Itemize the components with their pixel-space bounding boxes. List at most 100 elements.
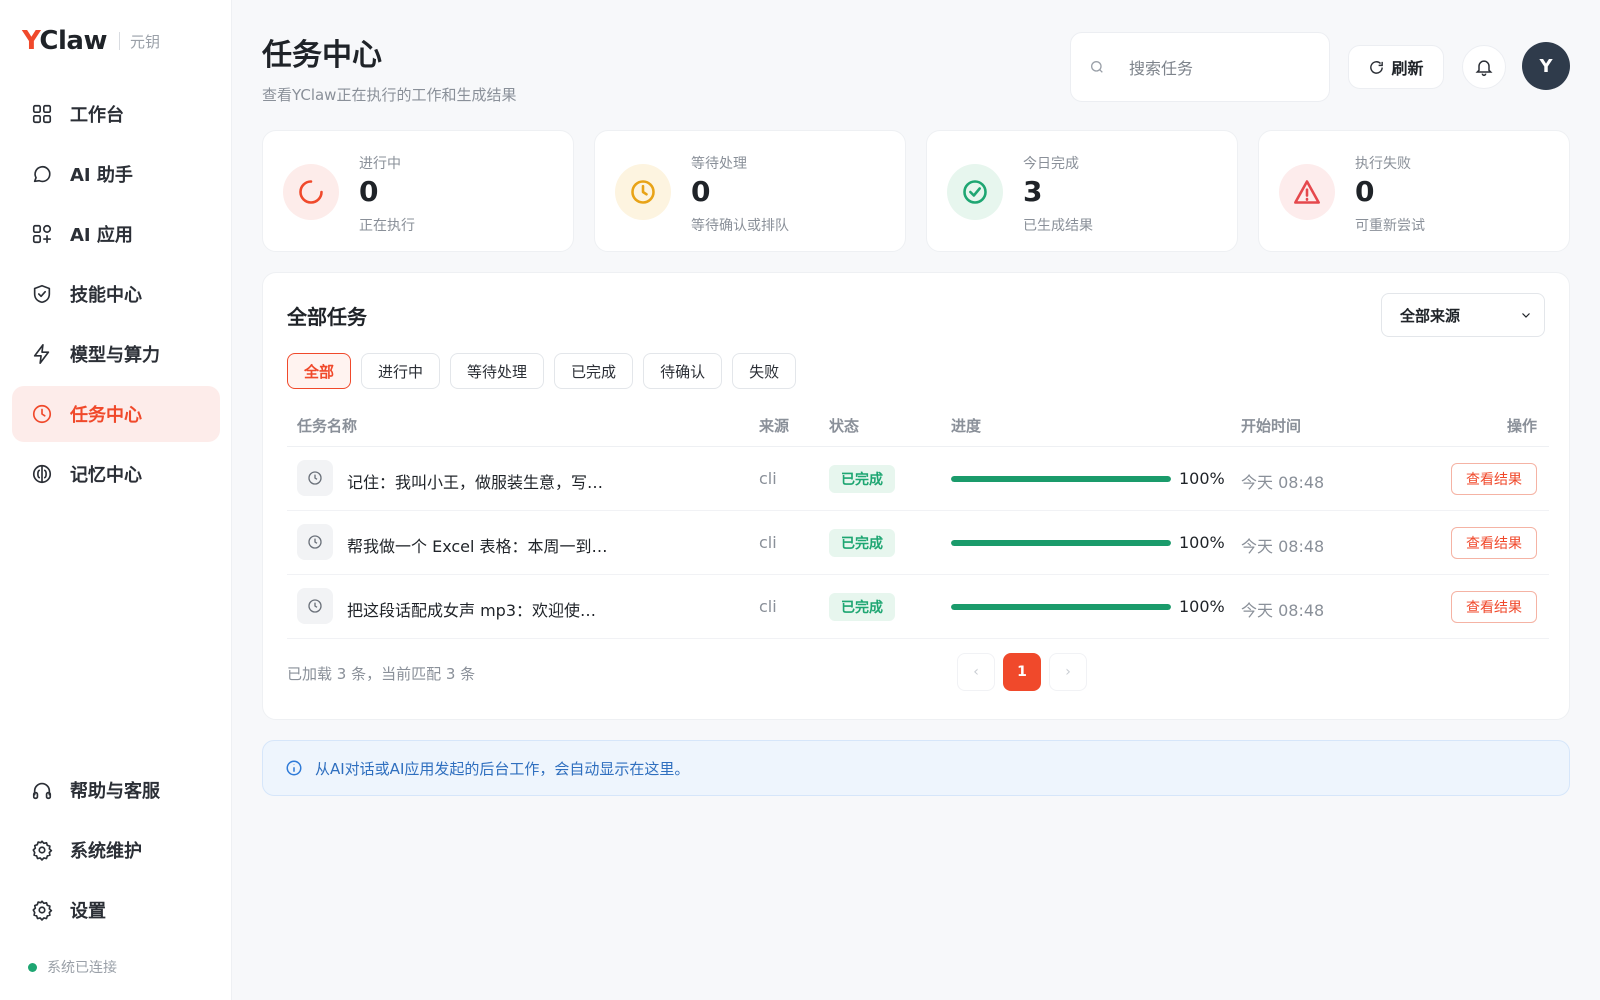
brand-logo: YClaw [22, 26, 107, 56]
sidebar-item-settings[interactable]: 设置 [12, 882, 220, 938]
sidebar: YClaw 元钥 工作台 AI 助手 AI 应用 技能中心 模型与算力 任务中心… [0, 0, 232, 1000]
filter-failed[interactable]: 失败 [732, 353, 797, 389]
sidebar-item-label: 模型与算力 [70, 345, 160, 366]
search-icon [1091, 60, 1103, 73]
clock-icon [30, 402, 54, 426]
sidebar-item-label: AI 应用 [70, 225, 133, 246]
brand-subtitle: 元钥 [129, 32, 160, 51]
connection-status-text: 系统已连接 [47, 960, 117, 976]
tasks-panel: 全部任务 全部来源 全部 进行中 等待处理 已完成 待确认 失败 任务名称 来源… [262, 272, 1570, 720]
clock-icon [297, 460, 333, 496]
task-source: cli [759, 533, 777, 552]
chat-bubble-icon [30, 162, 54, 186]
tasks-title: 全部任务 [287, 305, 367, 329]
task-name: 记住：我叫小王，做服装生意，写… [347, 473, 604, 492]
task-name: 帮我做一个 Excel 表格：本周一到… [347, 537, 608, 556]
task-source: cli [759, 469, 777, 488]
stat-label: 今日完成 [1023, 156, 1079, 172]
progress-bar [951, 540, 1171, 546]
sidebar-item-label: 帮助与客服 [70, 781, 160, 802]
search-placeholder: 搜索任务 [1129, 59, 1194, 78]
notification-button[interactable] [1462, 45, 1506, 89]
sidebar-item-maintenance[interactable]: 系统维护 [12, 822, 220, 878]
table-row[interactable]: 记住：我叫小王，做服装生意，写… cli 已完成 100% 今天 08:48 查… [287, 447, 1549, 511]
pagination: ‹ 1 › [957, 653, 1095, 691]
stat-sub: 正在执行 [359, 218, 415, 234]
stat-sub: 可重新尝试 [1355, 218, 1425, 234]
sidebar-item-label: 记忆中心 [70, 465, 142, 486]
filter-tabs: 全部 进行中 等待处理 已完成 待确认 失败 [287, 353, 806, 389]
grid-icon [30, 102, 54, 126]
progress-bar [951, 476, 1171, 482]
stat-label: 等待处理 [691, 156, 747, 172]
sidebar-item-workbench[interactable]: 工作台 [12, 86, 220, 142]
task-start-time: 今天 08:48 [1241, 473, 1325, 492]
stat-label: 执行失败 [1355, 156, 1411, 172]
next-page-button[interactable]: › [1049, 653, 1087, 691]
status-badge: 已完成 [829, 593, 895, 621]
avatar[interactable]: Y [1522, 42, 1570, 90]
view-result-button[interactable]: 查看结果 [1451, 463, 1537, 495]
sidebar-item-ai-assistant[interactable]: AI 助手 [12, 146, 220, 202]
status-badge: 已完成 [829, 529, 895, 557]
connection-status: 系统已连接 [28, 957, 117, 977]
progress-percent: 100% [1179, 533, 1225, 552]
progress-percent: 100% [1179, 597, 1225, 616]
sidebar-item-help[interactable]: 帮助与客服 [12, 762, 220, 818]
column-header-action: 操作 [1506, 417, 1537, 435]
page-title: 任务中心 [262, 38, 382, 73]
stat-sub: 已生成结果 [1023, 218, 1093, 234]
view-result-button[interactable]: 查看结果 [1451, 591, 1537, 623]
gear-icon [30, 898, 54, 922]
sidebar-item-task-center[interactable]: 任务中心 [12, 386, 220, 442]
info-banner: 从AI对话或AI应用发起的后台工作，会自动显示在这里。 [262, 740, 1570, 796]
source-select[interactable]: 全部来源 [1381, 293, 1545, 337]
sidebar-item-label: 技能中心 [70, 285, 142, 306]
page-subtitle: 查看YClaw正在执行的工作和生成结果 [262, 86, 517, 104]
sidebar-item-label: 任务中心 [70, 405, 142, 426]
stat-value: 0 [1355, 175, 1375, 208]
table-row[interactable]: 帮我做一个 Excel 表格：本周一到… cli 已完成 100% 今天 08:… [287, 511, 1549, 575]
column-header-status: 状态 [829, 417, 860, 435]
sidebar-item-skills[interactable]: 技能中心 [12, 266, 220, 322]
stat-label: 进行中 [359, 156, 401, 172]
sidebar-item-label: 工作台 [70, 105, 124, 126]
refresh-label: 刷新 [1391, 59, 1424, 78]
loaded-count: 已加载 3 条，当前匹配 3 条 [287, 665, 476, 683]
status-badge: 已完成 [829, 465, 895, 493]
shield-check-icon [30, 282, 54, 306]
table-header: 任务名称 来源 状态 进度 开始时间 操作 [287, 401, 1549, 447]
sidebar-item-label: 设置 [70, 901, 106, 922]
search-input[interactable]: 搜索任务 [1070, 32, 1330, 102]
filter-pending[interactable]: 等待处理 [450, 353, 545, 389]
apps-icon [30, 222, 54, 246]
sidebar-item-memory[interactable]: 记忆中心 [12, 446, 220, 502]
sidebar-item-ai-apps[interactable]: AI 应用 [12, 206, 220, 262]
stat-value: 0 [359, 175, 379, 208]
bell-icon [1475, 60, 1493, 77]
stat-card-in-progress: 进行中 0 正在执行 [262, 130, 574, 252]
sidebar-item-models[interactable]: 模型与算力 [12, 326, 220, 382]
filter-all[interactable]: 全部 [287, 353, 352, 389]
refresh-button[interactable]: 刷新 [1348, 45, 1444, 89]
chevron-down-icon [1522, 313, 1530, 318]
gear-icon [30, 838, 54, 862]
brand[interactable]: YClaw 元钥 [22, 26, 160, 56]
filter-completed[interactable]: 已完成 [554, 353, 634, 389]
stat-value: 3 [1023, 175, 1043, 208]
sidebar-item-label: AI 助手 [70, 165, 133, 186]
task-start-time: 今天 08:48 [1241, 601, 1325, 620]
filter-in-progress[interactable]: 进行中 [361, 353, 441, 389]
page-number-current[interactable]: 1 [1003, 653, 1041, 691]
warning-icon [1279, 164, 1335, 220]
prev-page-button[interactable]: ‹ [957, 653, 995, 691]
sidebar-item-label: 系统维护 [70, 841, 142, 862]
filter-to-confirm[interactable]: 待确认 [643, 353, 723, 389]
column-header-source: 来源 [759, 417, 790, 435]
spinner-icon [283, 164, 339, 220]
view-result-button[interactable]: 查看结果 [1451, 527, 1537, 559]
task-start-time: 今天 08:48 [1241, 537, 1325, 556]
table-row[interactable]: 把这段话配成女声 mp3：欢迎使… cli 已完成 100% 今天 08:48 … [287, 575, 1549, 639]
column-header-name: 任务名称 [297, 417, 358, 435]
task-source: cli [759, 597, 777, 616]
